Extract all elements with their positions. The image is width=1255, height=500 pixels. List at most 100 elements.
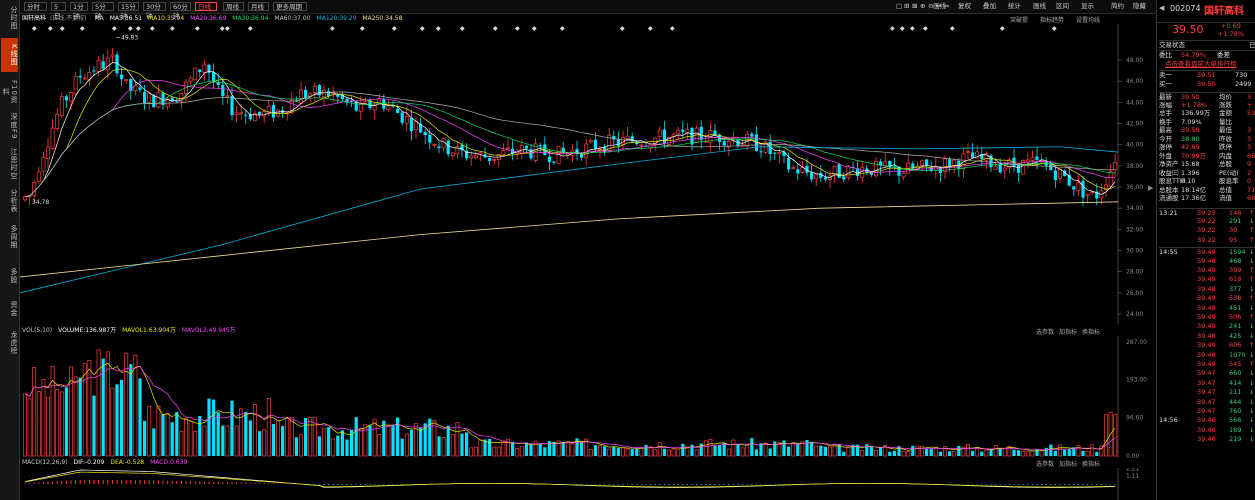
event-marker[interactable]: ◆ bbox=[48, 25, 53, 32]
volume-link-1[interactable]: 加指标 bbox=[1059, 329, 1077, 336]
volume-chart[interactable]: 287.00 193.00 96.60 0.00 bbox=[20, 336, 1155, 458]
arrow-left-icon[interactable]: ◀ bbox=[1159, 4, 1164, 12]
event-marker[interactable]: ◆ bbox=[32, 25, 37, 32]
event-marker[interactable]: ◆ bbox=[150, 25, 155, 32]
event-marker[interactable]: ◆ bbox=[112, 25, 117, 32]
period-0[interactable]: 分时 bbox=[24, 2, 47, 11]
event-marker[interactable]: ◆ bbox=[1052, 25, 1057, 32]
event-marker[interactable]: ◆ bbox=[436, 25, 441, 32]
volume-bar bbox=[1044, 447, 1048, 456]
period-10[interactable]: 更多周期 bbox=[273, 2, 307, 11]
period-7[interactable]: 日线 bbox=[195, 2, 217, 11]
event-marker[interactable]: ◆ bbox=[136, 25, 141, 32]
event-marker[interactable]: ◆ bbox=[620, 25, 625, 32]
tick-row: 39.49 545 ↑ bbox=[1159, 360, 1255, 369]
premarket-link[interactable]: 点击查看盘前大单排行榜 bbox=[1165, 60, 1237, 69]
tick-direction-icon: ↓ bbox=[1249, 378, 1255, 387]
toolbar-btn-2[interactable]: 叠加 bbox=[983, 2, 996, 11]
period-6[interactable]: 60分钟 bbox=[170, 2, 191, 20]
toolbar-tool-icon-1[interactable]: ⊞ bbox=[904, 2, 909, 11]
volume-link-2[interactable]: 换指标 bbox=[1082, 329, 1100, 336]
toolbar-btn-1[interactable]: 复权 bbox=[958, 2, 971, 11]
event-marker[interactable]: ◆ bbox=[128, 25, 133, 32]
macd-link-0[interactable]: 选参数 bbox=[1036, 461, 1054, 468]
macd-link-1[interactable]: 加指标 bbox=[1059, 461, 1077, 468]
event-marker[interactable]: ◆ bbox=[910, 25, 915, 32]
toolbar-tool-icon-3[interactable]: ⊕ bbox=[920, 2, 925, 11]
event-marker[interactable]: ◆ bbox=[1000, 25, 1005, 32]
period-4[interactable]: 15分钟 bbox=[118, 2, 139, 20]
volume-link-0[interactable]: 选参数 bbox=[1036, 329, 1054, 336]
toolbar-btn-8[interactable]: 隐藏 bbox=[1133, 2, 1146, 11]
volume-bar bbox=[133, 354, 138, 457]
event-marker[interactable]: ◆ bbox=[330, 25, 335, 32]
volume-item-2: MAVOL1:63.904万 bbox=[122, 327, 176, 334]
event-marker[interactable]: ◆ bbox=[900, 25, 905, 32]
macd-chart[interactable]: 2.211.11 bbox=[20, 468, 1155, 500]
event-marker[interactable]: ◆ bbox=[170, 25, 175, 32]
toolbar-btn-4[interactable]: 画线 bbox=[1033, 2, 1046, 11]
sidebar-item-7[interactable]: 多股 bbox=[1, 262, 18, 290]
volume-bar bbox=[598, 445, 602, 457]
event-marker[interactable]: ◆ bbox=[80, 25, 85, 32]
period-1[interactable]: 5日 bbox=[51, 2, 66, 20]
event-marker[interactable]: ◆ bbox=[923, 25, 928, 32]
period-9[interactable]: 月线 bbox=[248, 2, 269, 11]
sidebar-item-6[interactable]: 多周期 bbox=[1, 220, 18, 254]
event-marker[interactable]: ◆ bbox=[420, 25, 425, 32]
candle-body bbox=[681, 129, 685, 132]
toolbar-tool-icon-2[interactable]: ⊠ bbox=[912, 2, 917, 11]
period-8[interactable]: 周线 bbox=[223, 2, 244, 11]
sidebar-item-5[interactable]: 分析表 bbox=[1, 186, 18, 216]
event-marker[interactable]: ◆ bbox=[225, 25, 230, 32]
toolbar-btn-0[interactable]: 画线 bbox=[933, 2, 946, 11]
candle-body bbox=[55, 113, 60, 129]
scroll-right-icon[interactable]: ▶ bbox=[1148, 184, 1154, 192]
event-marker[interactable]: ◆ bbox=[360, 25, 365, 32]
toolbar-btn-5[interactable]: 区间 bbox=[1056, 2, 1069, 11]
event-marker[interactable]: ◆ bbox=[392, 25, 397, 32]
event-marker[interactable]: ◆ bbox=[195, 25, 200, 32]
sidebar-item-1[interactable]: K线图 bbox=[1, 38, 18, 72]
main-link-0[interactable]: 突破提 bbox=[1010, 17, 1028, 24]
main-link-1[interactable]: 指标趋势 bbox=[1040, 17, 1064, 24]
event-marker[interactable]: ◆ bbox=[515, 25, 520, 32]
sidebar-item-2[interactable]: F10资料 bbox=[1, 78, 18, 106]
toolbar-btn-3[interactable]: 统计 bbox=[1008, 2, 1021, 11]
event-marker[interactable]: ◆ bbox=[460, 25, 465, 32]
volume-bar bbox=[391, 424, 395, 456]
event-marker[interactable]: ◆ bbox=[670, 25, 675, 32]
toolbar-btn-6[interactable]: 显示 bbox=[1081, 2, 1094, 11]
event-marker[interactable]: ◆ bbox=[532, 25, 537, 32]
macd-link-2[interactable]: 换指标 bbox=[1082, 461, 1100, 468]
premarket-link-row[interactable]: 点击查看盘前大单排行榜 bbox=[1159, 60, 1255, 69]
candle-body bbox=[1044, 161, 1048, 166]
candle-body bbox=[198, 69, 202, 73]
sidebar-item-0[interactable]: 分时图 bbox=[1, 4, 18, 32]
event-marker[interactable]: ◆ bbox=[560, 25, 565, 32]
event-marker[interactable]: ◆ bbox=[248, 25, 253, 32]
main-link-2[interactable]: 设置均线 bbox=[1076, 17, 1100, 24]
event-marker[interactable]: ◆ bbox=[950, 25, 955, 32]
volume-bar bbox=[570, 443, 575, 457]
toolbar-tool-icon-0[interactable]: □ bbox=[896, 2, 902, 11]
event-marker[interactable]: ◆ bbox=[493, 25, 498, 32]
event-marker[interactable]: ◆ bbox=[890, 25, 895, 32]
event-marker[interactable]: ◆ bbox=[648, 25, 653, 32]
sidebar-item-9[interactable]: 龙虎榜 bbox=[1, 328, 18, 358]
event-marker[interactable]: ◆ bbox=[60, 25, 65, 32]
tick-vol: 414 bbox=[1229, 378, 1242, 387]
period-3[interactable]: 5分钟 bbox=[92, 2, 114, 20]
period-2[interactable]: 1分钟 bbox=[70, 2, 88, 20]
sidebar-item-3[interactable]: 深度F9 bbox=[1, 110, 18, 142]
volume-bar bbox=[1090, 444, 1095, 457]
candle-body bbox=[23, 196, 27, 201]
candle-body bbox=[901, 172, 906, 178]
candlestick-chart[interactable]: 48.00 46.00 44.00 42.00 40.00 38.00 36.00 34.00… bbox=[20, 24, 1155, 324]
tick-row: 39.47 660 ↓ bbox=[1159, 369, 1255, 378]
candle-body bbox=[92, 70, 96, 72]
period-5[interactable]: 30分钟 bbox=[143, 2, 166, 20]
sidebar-item-8[interactable]: 资金 bbox=[1, 296, 18, 322]
toolbar-btn-7[interactable]: 简约 bbox=[1111, 2, 1124, 11]
sidebar-item-4[interactable]: 江恩时空 bbox=[1, 148, 18, 180]
